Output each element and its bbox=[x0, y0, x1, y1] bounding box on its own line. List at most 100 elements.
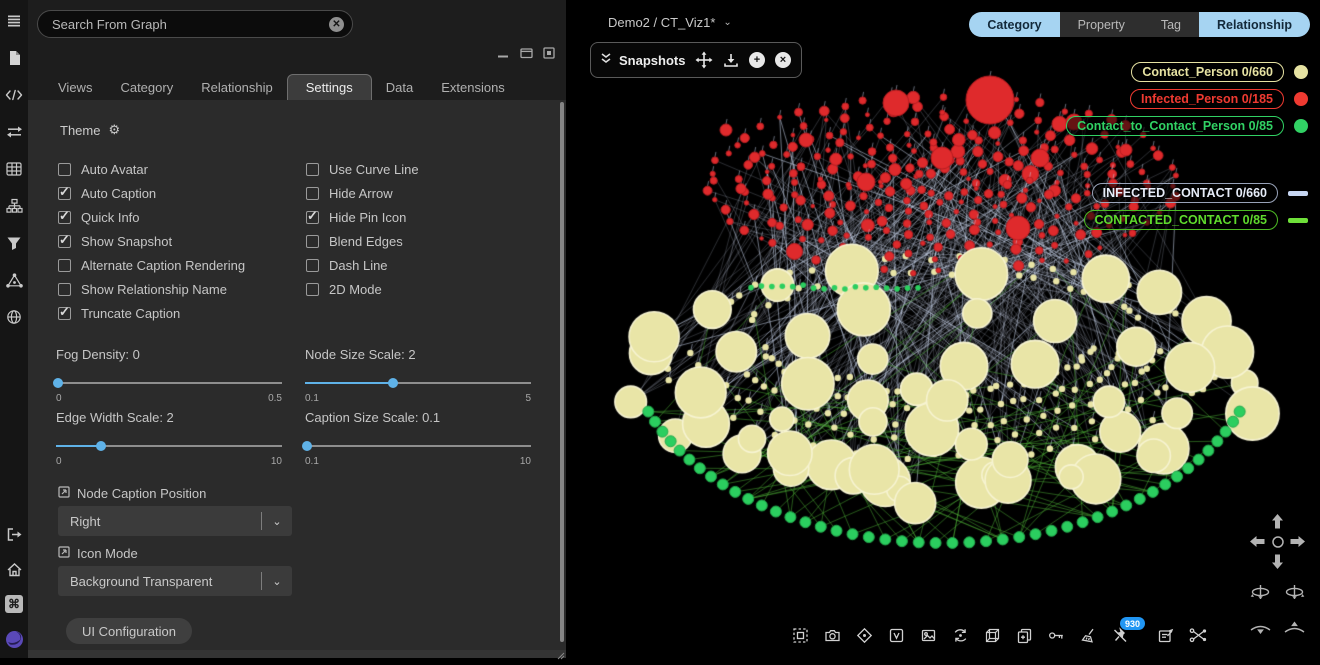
pan-up-button[interactable] bbox=[1270, 513, 1285, 530]
download-button[interactable] bbox=[723, 52, 739, 68]
tab-settings[interactable]: Settings bbox=[287, 74, 372, 100]
tab-category[interactable]: Category bbox=[106, 74, 187, 100]
checkbox-auto-caption[interactable]: Auto Caption bbox=[58, 181, 245, 205]
slider-thumb[interactable] bbox=[53, 378, 63, 388]
ui-configuration-button[interactable]: UI Configuration bbox=[66, 618, 192, 644]
vertical-scrollbar[interactable] bbox=[560, 102, 564, 642]
horizontal-scrollbar[interactable] bbox=[28, 650, 566, 658]
legend-contact-person[interactable]: Contact_Person 0/660 bbox=[1131, 62, 1308, 82]
tab-relationship-mode[interactable]: Relationship bbox=[1199, 12, 1310, 37]
checkbox-2d-mode[interactable]: 2D Mode bbox=[306, 277, 419, 301]
kineviz-logo-icon bbox=[5, 630, 24, 649]
app-window: ⌘ ✕ Views Category Relationship Settings… bbox=[0, 0, 1320, 658]
close-snapshots-button[interactable]: × bbox=[775, 52, 791, 68]
move-button[interactable] bbox=[695, 51, 713, 69]
key-button[interactable] bbox=[1048, 627, 1065, 644]
copy-add-button[interactable] bbox=[1016, 627, 1033, 644]
cube-3d-button[interactable] bbox=[984, 627, 1001, 644]
checkbox-quick-info[interactable]: Quick Info bbox=[58, 205, 245, 229]
legend-infected-person[interactable]: Infected_Person 0/185 bbox=[1130, 89, 1308, 109]
tab-relationship[interactable]: Relationship bbox=[187, 74, 287, 100]
collapse-chevrons-icon[interactable] bbox=[601, 51, 611, 69]
caption-size-slider[interactable] bbox=[305, 441, 531, 451]
home-button[interactable] bbox=[5, 560, 23, 578]
fog-density-slider[interactable] bbox=[56, 378, 282, 388]
node-caption-position-label: Node Caption Position bbox=[77, 486, 206, 501]
search-input[interactable] bbox=[52, 17, 329, 32]
checkbox-box bbox=[306, 259, 319, 272]
tab-category-mode[interactable]: Category bbox=[969, 12, 1059, 37]
checkbox-blend-edges[interactable]: Blend Edges bbox=[306, 229, 419, 253]
tab-tag-mode[interactable]: Tag bbox=[1143, 12, 1199, 37]
icon-mode-label: Icon Mode bbox=[77, 546, 138, 561]
legend-contact-to-contact-person[interactable]: Contact_to_Contact_Person 0/85 bbox=[1066, 116, 1308, 136]
node-size-slider[interactable] bbox=[305, 378, 531, 388]
minimize-button[interactable] bbox=[496, 46, 510, 60]
checkbox-show-snapshot[interactable]: Show Snapshot bbox=[58, 229, 245, 253]
marquee-select-button[interactable] bbox=[792, 627, 809, 644]
tab-extensions[interactable]: Extensions bbox=[427, 74, 519, 100]
checkbox-hide-pin-icon[interactable]: Hide Pin Icon bbox=[306, 205, 419, 229]
camera-button[interactable] bbox=[824, 627, 841, 644]
theme-label: Theme bbox=[60, 123, 100, 138]
breadcrumb[interactable]: Demo2 / CT_Viz1* ⌄ bbox=[608, 15, 732, 30]
search-clear-button[interactable]: ✕ bbox=[329, 17, 344, 32]
popout-button[interactable] bbox=[542, 46, 556, 60]
sign-out-button[interactable] bbox=[5, 525, 23, 543]
center-target-button[interactable] bbox=[856, 627, 873, 644]
checkbox-show-relationship-name[interactable]: Show Relationship Name bbox=[58, 277, 245, 301]
add-snapshot-button[interactable]: + bbox=[749, 52, 765, 68]
table-button[interactable] bbox=[5, 160, 23, 178]
rotate-right-button[interactable] bbox=[1283, 582, 1306, 605]
pan-right-button[interactable] bbox=[1289, 534, 1306, 549]
icon-mode-select[interactable]: Background Transparent ⌄ bbox=[58, 566, 292, 596]
triangle-network-button[interactable] bbox=[5, 271, 23, 289]
tilt-up-button[interactable] bbox=[1283, 620, 1306, 636]
menu-button[interactable] bbox=[5, 12, 23, 30]
tab-views[interactable]: Views bbox=[44, 74, 106, 100]
legend-mode-tabs: Category Property Tag Relationship bbox=[969, 12, 1310, 37]
sitemap-button[interactable] bbox=[5, 197, 23, 215]
slider-thumb[interactable] bbox=[96, 441, 106, 451]
filter-button[interactable] bbox=[5, 234, 23, 252]
code-button[interactable] bbox=[5, 86, 23, 104]
slider-thumb[interactable] bbox=[388, 378, 398, 388]
pan-down-button[interactable] bbox=[1270, 553, 1285, 570]
checkbox-label: 2D Mode bbox=[329, 282, 382, 297]
tab-property-mode[interactable]: Property bbox=[1060, 12, 1143, 37]
checkbox-truncate-caption[interactable]: Truncate Caption bbox=[58, 301, 245, 325]
file-button[interactable] bbox=[5, 49, 23, 67]
rotate-left-button[interactable] bbox=[1249, 582, 1272, 605]
relayout-button[interactable] bbox=[952, 627, 969, 644]
command-button[interactable]: ⌘ bbox=[5, 595, 23, 613]
tilt-down-button[interactable] bbox=[1249, 620, 1272, 636]
slider-min: 0.1 bbox=[305, 456, 319, 467]
checkbox-auto-avatar[interactable]: Auto Avatar bbox=[58, 157, 245, 181]
globe-button[interactable] bbox=[5, 308, 23, 326]
broom-button[interactable] bbox=[1080, 627, 1097, 644]
legend-infected-contact[interactable]: INFECTED_CONTACT 0/660 bbox=[1092, 183, 1308, 203]
checkbox-hide-arrow[interactable]: Hide Arrow bbox=[306, 181, 419, 205]
resize-grip[interactable] bbox=[555, 647, 565, 657]
checkbox-use-curve-line[interactable]: Use Curve Line bbox=[306, 157, 419, 181]
edge-width-slider[interactable] bbox=[56, 441, 282, 451]
checkbox-dash-line[interactable]: Dash Line bbox=[306, 253, 419, 277]
snapshots-panel: Snapshots + × bbox=[590, 42, 802, 78]
pan-left-button[interactable] bbox=[1249, 534, 1266, 549]
node-caption-position-select[interactable]: Right ⌄ bbox=[58, 506, 292, 536]
swap-arrows-button[interactable] bbox=[5, 123, 23, 141]
kineviz-logo-button[interactable] bbox=[5, 630, 23, 648]
bottom-toolbar: 930 bbox=[792, 627, 1207, 644]
slider-thumb[interactable] bbox=[302, 441, 312, 451]
orbit-center-button[interactable] bbox=[1271, 535, 1285, 549]
checkbox-alternate-caption-rendering[interactable]: Alternate Caption Rendering bbox=[58, 253, 245, 277]
pin-slash-button[interactable]: 930 bbox=[1112, 627, 1129, 644]
image-button[interactable] bbox=[920, 627, 937, 644]
maximize-button[interactable] bbox=[519, 46, 533, 60]
legend-contacted-contact[interactable]: CONTACTED_CONTACT 0/85 bbox=[1084, 210, 1308, 230]
cut-edges-button[interactable] bbox=[1189, 627, 1207, 644]
frame-v-button[interactable] bbox=[888, 627, 905, 644]
note-edit-button[interactable] bbox=[1157, 627, 1174, 644]
theme-gear-icon[interactable]: ⚙ bbox=[108, 122, 120, 138]
tab-data[interactable]: Data bbox=[372, 74, 427, 100]
